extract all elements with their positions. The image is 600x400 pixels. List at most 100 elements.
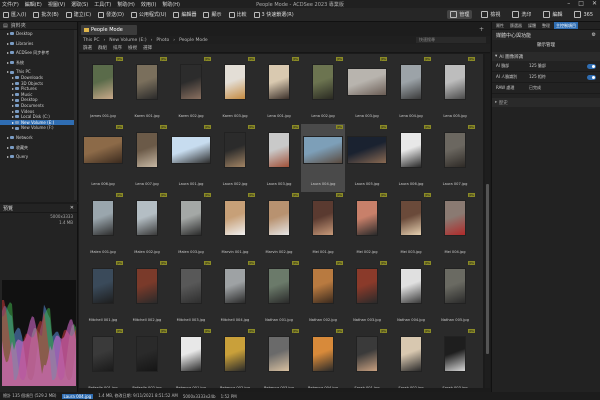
breadcrumb-item[interactable]: Photo bbox=[156, 38, 169, 43]
mode-button[interactable]: 洗印 bbox=[509, 10, 534, 19]
mode-button[interactable]: 檢視 bbox=[478, 10, 503, 19]
thumbnail-item[interactable]: JPG Rebecca 001.jpg bbox=[169, 328, 213, 388]
mode-button[interactable]: 365 bbox=[571, 10, 596, 19]
thumbnail-image[interactable] bbox=[268, 64, 290, 100]
thumbnail-image[interactable] bbox=[180, 336, 202, 372]
tab-people-mode[interactable]: People Mode bbox=[81, 25, 137, 35]
expand-icon[interactable]: ▸ bbox=[7, 145, 9, 151]
thumbnail-item[interactable]: JPG Mei 004.jpg bbox=[433, 192, 477, 260]
thumbnail-item[interactable]: JPG Laura 007.jpg bbox=[433, 124, 477, 192]
thumbnail-image[interactable] bbox=[224, 268, 246, 304]
thumbnail-item[interactable]: JPG Rebecca 003.jpg bbox=[257, 328, 301, 388]
grid-scrollbar[interactable] bbox=[485, 54, 490, 388]
thumbnail-image[interactable] bbox=[180, 200, 202, 236]
thumbnail-item[interactable]: JPG Rebecca 002.jpg bbox=[213, 328, 257, 388]
thumbnail-image[interactable] bbox=[92, 268, 114, 304]
filter-button[interactable]: 群組 bbox=[98, 45, 107, 51]
right-panel-tab[interactable]: 整理 bbox=[540, 22, 552, 29]
toolbar-button[interactable]: 匯入(I) bbox=[3, 11, 26, 18]
thumbnail-image[interactable] bbox=[444, 200, 466, 236]
thumbnail-image[interactable] bbox=[347, 136, 387, 164]
ai-toggle[interactable] bbox=[587, 63, 596, 69]
thumbnail-item[interactable]: JPG Nathan 003.jpg bbox=[345, 260, 389, 328]
mode-button[interactable]: 編輯 bbox=[540, 10, 565, 19]
thumbnail-item[interactable]: JPG Nathan 005.jpg bbox=[433, 260, 477, 328]
thumbnail-image[interactable] bbox=[356, 200, 378, 236]
thumbnail-image[interactable] bbox=[268, 200, 290, 236]
filter-button[interactable]: 排序 bbox=[113, 45, 122, 51]
thumbnail-item[interactable]: JPG Rafaella 001.jpg bbox=[81, 328, 125, 388]
filter-button[interactable]: 檢視 bbox=[128, 45, 137, 51]
breadcrumb-item[interactable]: New Volume (E:) bbox=[109, 38, 146, 43]
breadcrumb-item[interactable]: People Mode bbox=[179, 38, 208, 43]
thumbnail-item[interactable]: JPG Karen 003.jpg bbox=[213, 56, 257, 124]
thumbnail-image[interactable] bbox=[400, 200, 422, 236]
thumbnail-image[interactable] bbox=[92, 336, 114, 372]
folder-tree-item[interactable]: ▸ Query bbox=[0, 154, 77, 160]
expand-icon[interactable]: ▸ bbox=[12, 125, 14, 131]
filter-button[interactable]: 篩選 bbox=[83, 45, 92, 51]
thumbnail-item[interactable]: JPG Laura 001.jpg bbox=[169, 124, 213, 192]
maximize-icon[interactable]: □ bbox=[578, 0, 584, 7]
thumbnail-item[interactable]: JPG Lena 003.jpg bbox=[345, 56, 389, 124]
toolbar-button[interactable]: 編輯器 bbox=[173, 11, 196, 18]
thumbnail-item[interactable]: JPG Malen 001.jpg bbox=[81, 192, 125, 260]
thumbnail-item[interactable]: JPG Sarah 002.jpg bbox=[389, 328, 433, 388]
thumbnail-image[interactable] bbox=[83, 136, 123, 164]
toolbar-button[interactable]: 比較 bbox=[228, 11, 247, 18]
thumbnail-image[interactable] bbox=[224, 132, 246, 168]
thumbnail-item[interactable]: JPG Mitchell 002.jpg bbox=[125, 260, 169, 328]
expand-icon[interactable]: ▸ bbox=[7, 41, 9, 47]
thumbnail-image[interactable] bbox=[312, 336, 334, 372]
thumbnail-item[interactable]: JPG Rebecca 004.jpg bbox=[301, 328, 345, 388]
thumbnail-item[interactable]: JPG Lena 002.jpg bbox=[301, 56, 345, 124]
thumbnail-item[interactable]: JPG Nathan 002.jpg bbox=[301, 260, 345, 328]
thumbnail-image[interactable] bbox=[312, 200, 334, 236]
thumbnail-item[interactable]: JPG Karen 001.jpg bbox=[125, 56, 169, 124]
thumbnail-item[interactable]: JPG Laura 002.jpg bbox=[213, 124, 257, 192]
thumbnail-image[interactable] bbox=[136, 200, 158, 236]
thumbnail-item[interactable]: JPG Laura 005.jpg bbox=[345, 124, 389, 192]
thumbnail-item[interactable]: JPG Mei 001.jpg bbox=[301, 192, 345, 260]
thumbnail-image[interactable] bbox=[356, 268, 378, 304]
mode-button[interactable]: 管理 bbox=[447, 10, 473, 19]
ai-section-header[interactable]: ▾ AI 圖像辨識 bbox=[492, 52, 600, 61]
expand-icon[interactable]: ▸ bbox=[7, 154, 9, 160]
thumbnail-item[interactable]: JPG Sarah 001.jpg bbox=[345, 328, 389, 388]
thumbnail-item[interactable]: JPG Nathan 001.jpg bbox=[257, 260, 301, 328]
thumbnail-image[interactable] bbox=[224, 64, 246, 100]
address-bar[interactable]: This PC › New Volume (E:) › Photo › People Mod… bbox=[79, 36, 490, 44]
thumbnail-image[interactable] bbox=[444, 268, 466, 304]
toolbar-button[interactable]: 公用程式(U) bbox=[130, 11, 166, 18]
preview-close-icon[interactable]: ✕ bbox=[70, 205, 74, 211]
thumbnail-item[interactable]: JPG Lena 005.jpg bbox=[433, 56, 477, 124]
search-input[interactable]: 快速搜尋 bbox=[416, 37, 486, 43]
thumbnail-item[interactable]: JPG Mitchell 004.jpg bbox=[213, 260, 257, 328]
right-panel-tab[interactable]: 媒體 bbox=[526, 22, 538, 29]
toolbar-button[interactable]: 批次(B) bbox=[33, 11, 59, 18]
expand-icon[interactable]: ▸ bbox=[7, 50, 9, 56]
folders-scrollbar[interactable] bbox=[74, 30, 77, 200]
thumbnail-item[interactable]: JPG Lena 006.jpg bbox=[81, 124, 125, 192]
thumbnail-item[interactable]: JPG Mei 003.jpg bbox=[389, 192, 433, 260]
thumbnail-image[interactable] bbox=[400, 336, 422, 372]
toolbar-button[interactable]: 顯示 bbox=[203, 11, 222, 18]
thumbnail-image[interactable] bbox=[92, 64, 114, 100]
thumbnail-image[interactable] bbox=[136, 132, 158, 168]
thumbnail-item[interactable]: JPG James 001.jpg bbox=[81, 56, 125, 124]
thumbnail-image[interactable] bbox=[444, 64, 466, 100]
filter-button[interactable]: 選擇 bbox=[143, 45, 152, 51]
thumbnail-image[interactable] bbox=[400, 268, 422, 304]
thumbnail-item[interactable]: JPG Marvin 001.jpg bbox=[213, 192, 257, 260]
thumbnail-item[interactable]: JPG Mitchell 003.jpg bbox=[169, 260, 213, 328]
thumbnail-image[interactable] bbox=[171, 136, 211, 164]
thumbnail-item[interactable]: JPG Lena 007.jpg bbox=[125, 124, 169, 192]
ai-toggle[interactable] bbox=[587, 74, 596, 80]
right-panel-tab[interactable]: 篩選器 bbox=[508, 22, 524, 29]
thumbnail-image[interactable] bbox=[400, 64, 422, 100]
thumbnail-item[interactable]: JPG Laura 006.jpg bbox=[389, 124, 433, 192]
thumbnail-image[interactable] bbox=[180, 64, 202, 100]
thumbnail-item[interactable]: JPG Laura 004.jpg bbox=[301, 124, 345, 192]
thumbnail-item[interactable]: JPG Malen 003.jpg bbox=[169, 192, 213, 260]
toolbar-button[interactable]: 發送(D) bbox=[98, 11, 124, 18]
